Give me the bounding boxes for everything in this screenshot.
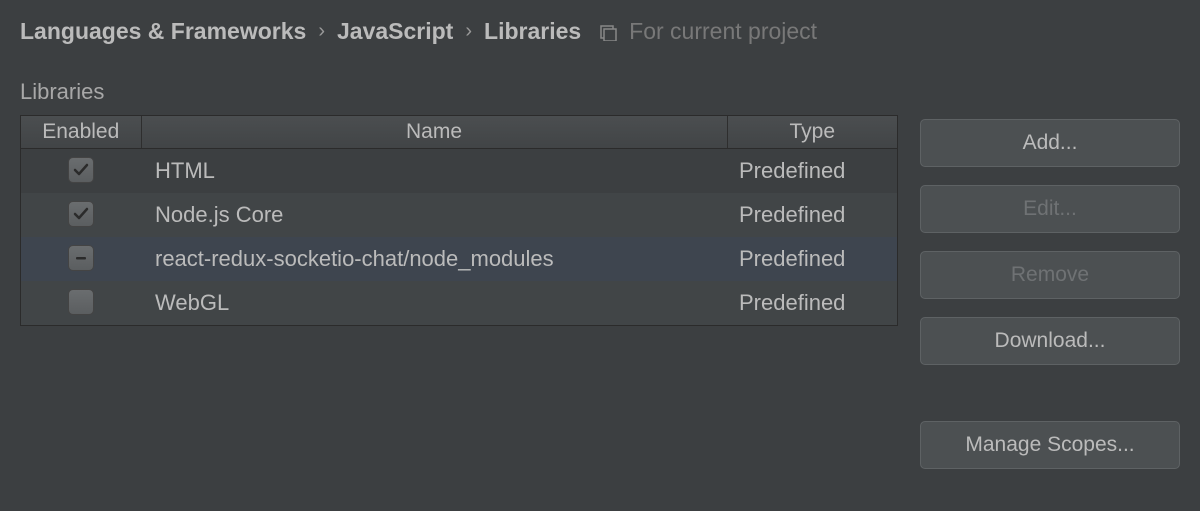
library-type: Predefined bbox=[727, 237, 897, 281]
chevron-right-icon: › bbox=[465, 20, 472, 43]
library-type: Predefined bbox=[727, 281, 897, 325]
breadcrumb: Languages & Frameworks › JavaScript › Li… bbox=[20, 18, 1180, 45]
table-row[interactable]: Node.js Core Predefined bbox=[21, 193, 897, 237]
download-button[interactable]: Download... bbox=[920, 317, 1180, 365]
checkbox-indeterminate-icon[interactable] bbox=[68, 245, 94, 271]
section-title: Libraries bbox=[20, 79, 1180, 105]
libraries-table: Enabled Name Type HTML Predefined bbox=[20, 115, 898, 326]
checkbox-unchecked-icon[interactable] bbox=[68, 289, 94, 315]
table-row[interactable]: react-redux-socketio-chat/node_modules P… bbox=[21, 237, 897, 281]
table-row[interactable]: WebGL Predefined bbox=[21, 281, 897, 325]
breadcrumb-item-javascript[interactable]: JavaScript bbox=[337, 18, 453, 45]
library-name: HTML bbox=[141, 149, 727, 193]
checkbox-checked-icon[interactable] bbox=[68, 157, 94, 183]
scope-hint-label: For current project bbox=[629, 18, 817, 45]
action-buttons: Add... Edit... Remove Download... Manage… bbox=[920, 115, 1180, 469]
manage-scopes-button[interactable]: Manage Scopes... bbox=[920, 421, 1180, 469]
project-scope-icon bbox=[599, 23, 617, 41]
library-type: Predefined bbox=[727, 193, 897, 237]
library-type: Predefined bbox=[727, 149, 897, 193]
add-button[interactable]: Add... bbox=[920, 119, 1180, 167]
breadcrumb-item-libraries[interactable]: Libraries bbox=[484, 18, 581, 45]
column-header-enabled[interactable]: Enabled bbox=[21, 116, 141, 149]
library-name: react-redux-socketio-chat/node_modules bbox=[141, 237, 727, 281]
library-name: Node.js Core bbox=[141, 193, 727, 237]
column-header-type[interactable]: Type bbox=[727, 116, 897, 149]
checkbox-checked-icon[interactable] bbox=[68, 201, 94, 227]
library-name: WebGL bbox=[141, 281, 727, 325]
column-header-name[interactable]: Name bbox=[141, 116, 727, 149]
breadcrumb-item-languages[interactable]: Languages & Frameworks bbox=[20, 18, 306, 45]
edit-button[interactable]: Edit... bbox=[920, 185, 1180, 233]
table-row[interactable]: HTML Predefined bbox=[21, 149, 897, 193]
chevron-right-icon: › bbox=[318, 20, 325, 43]
remove-button[interactable]: Remove bbox=[920, 251, 1180, 299]
